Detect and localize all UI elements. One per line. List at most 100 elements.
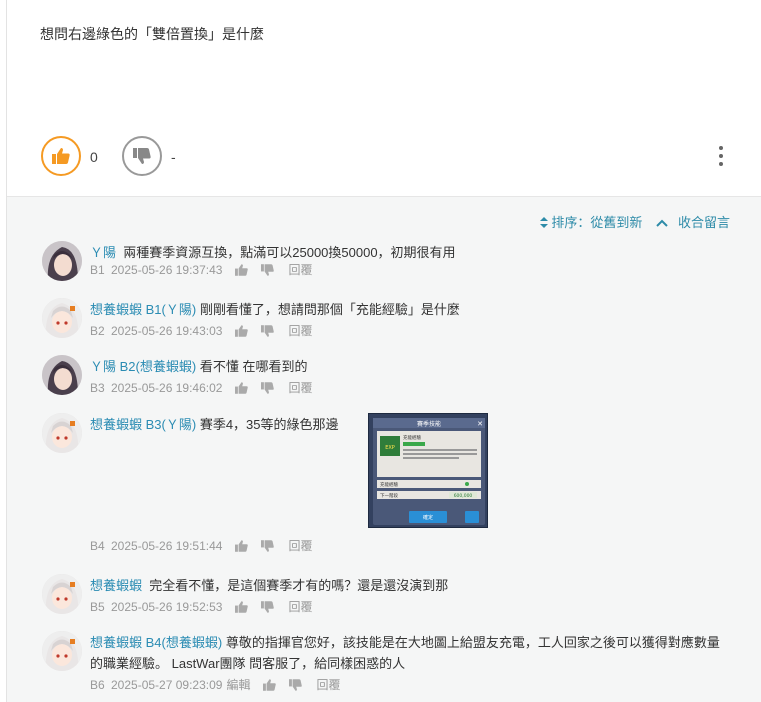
comment-floor: B1 (90, 262, 105, 277)
comment-timestamp: 2025-05-27 09:23:09 (111, 677, 223, 692)
comment-username[interactable]: 想養蝦蝦 (90, 578, 142, 593)
dislike-count: - (171, 149, 176, 165)
thumbs-down-icon (261, 539, 275, 552)
comment-reply-ref[interactable]: B3(Ｙ陽) (146, 417, 197, 432)
comment-dislike-button[interactable] (261, 539, 275, 552)
collapse-comments-button[interactable]: 收合留言 (656, 212, 730, 231)
avatar-image (42, 413, 82, 453)
comment-meta: B6 2025-05-27 09:23:09 編輯 回覆 (90, 676, 340, 693)
attachment-row2-value: 600,000 (454, 493, 473, 499)
sort-icon (539, 217, 548, 228)
comment-reply-button[interactable]: 回覆 (288, 379, 312, 396)
comment-like-button[interactable] (263, 678, 277, 691)
avatar-image (42, 241, 82, 281)
comment-timestamp: 2025-05-26 19:46:02 (111, 380, 223, 395)
avatar[interactable] (42, 631, 82, 671)
comment-body: Ｙ陽 兩種賽季資源互換，點滿可以25000換50000，初期很有用 (90, 242, 730, 263)
comment-username[interactable]: 想養蝦蝦 (90, 417, 142, 432)
thumbs-up-icon (235, 539, 249, 552)
comment-username[interactable]: Ｙ陽 (90, 245, 116, 260)
attachment-title: 賽季技能 (417, 420, 441, 428)
comment-reply-button[interactable]: 回覆 (288, 598, 312, 615)
comment-dislike-button[interactable] (261, 381, 275, 394)
thumbs-up-icon (235, 600, 249, 613)
game-screenshot-image: 賽季技能 ✕ EXP 充能經驗 充能經驗 下一階段 600,000 確定 (369, 414, 487, 527)
exp-badge: EXP (385, 445, 395, 451)
comment-text: 完全看不懂，是這個賽季才有的嗎？還是還沒演到那 (149, 578, 449, 593)
comment-meta: B3 2025-05-26 19:46:02 回覆 (90, 379, 312, 396)
comments-toolbar: 排序：從舊到新 收合留言 (539, 212, 730, 231)
avatar[interactable] (42, 355, 82, 395)
comment-like-button[interactable] (235, 600, 249, 613)
comment-body: 想養蝦蝦 B1(Ｙ陽) 剛剛看懂了，想請問那個「充能經驗」是什麼 (90, 299, 730, 320)
attachment-button: 確定 (423, 514, 433, 521)
post-content: 想問右邊綠色的「雙倍置換」是什麼 (40, 26, 264, 42)
close-icon: ✕ (477, 420, 483, 428)
comment-meta: B1 2025-05-26 19:37:43 回覆 (90, 261, 312, 278)
avatar-image (42, 574, 82, 614)
collapse-label: 收合留言 (677, 215, 730, 230)
comment-floor: B4 (90, 538, 105, 553)
avatar-image (42, 298, 82, 338)
comment-reply-ref[interactable]: B2(想養蝦蝦) (120, 359, 197, 374)
comment-reply-ref[interactable]: B1(Ｙ陽) (146, 302, 197, 317)
comment-body: 想養蝦蝦 完全看不懂，是這個賽季才有的嗎？還是還沒演到那 (90, 575, 730, 596)
comment-floor: B3 (90, 380, 105, 395)
comment-floor: B6 (90, 677, 105, 692)
comment-dislike-button[interactable] (261, 600, 275, 613)
more-options-icon[interactable] (717, 146, 725, 166)
comment-username[interactable]: 想養蝦蝦 (90, 302, 142, 317)
comment-like-button[interactable] (235, 263, 249, 276)
comment-reply-button[interactable]: 回覆 (316, 676, 340, 693)
avatar[interactable] (42, 241, 82, 281)
thumbs-up-icon (235, 381, 249, 394)
thumbs-up-icon (235, 324, 249, 337)
avatar[interactable] (42, 413, 82, 453)
comment-meta: B5 2025-05-26 19:52:53 回覆 (90, 598, 312, 615)
comment-timestamp: 2025-05-26 19:43:03 (111, 323, 223, 338)
comment-reply-button[interactable]: 回覆 (288, 261, 312, 278)
comment-text: 兩種賽季資源互換，點滿可以25000換50000，初期很有用 (123, 245, 456, 260)
comment-meta: B2 2025-05-26 19:43:03 回覆 (90, 322, 312, 339)
comment-floor: B5 (90, 599, 105, 614)
dislike-button[interactable] (122, 136, 162, 176)
avatar[interactable] (42, 574, 82, 614)
comment-like-button[interactable] (235, 381, 249, 394)
comment-text: 看不懂 在哪看到的 (199, 359, 308, 374)
comment-reply-button[interactable]: 回覆 (288, 322, 312, 339)
chevron-up-icon (656, 219, 669, 227)
comment-text: 剛剛看懂了，想請問那個「充能經驗」是什麼 (199, 302, 460, 317)
sort-toggle[interactable]: 排序：從舊到新 (539, 212, 642, 231)
comments-panel: 排序：從舊到新 收合留言 Ｙ陽 兩種賽季資源互換，點滿可以25000換50000… (7, 196, 761, 702)
comment-reply-ref[interactable]: B4(想養蝦蝦) (146, 635, 223, 650)
thumbs-down-icon (289, 678, 303, 691)
avatar-image (42, 355, 82, 395)
comment-dislike-button[interactable] (261, 324, 275, 337)
comment-image-attachment[interactable]: 賽季技能 ✕ EXP 充能經驗 充能經驗 下一階段 600,000 確定 (368, 413, 488, 528)
comment-like-button[interactable] (235, 324, 249, 337)
thumbs-down-icon (261, 324, 275, 337)
comment-text: 賽季4，35等的綠色那邊 (199, 417, 339, 432)
thumbs-down-icon (133, 148, 151, 164)
attachment-row1: 充能經驗 (380, 481, 398, 488)
comment-dislike-button[interactable] (289, 678, 303, 691)
post-vote-bar: 0 - (41, 136, 731, 176)
attachment-card-title: 充能經驗 (403, 434, 421, 441)
thumbs-up-icon (263, 678, 277, 691)
comment-timestamp: 2025-05-26 19:52:53 (111, 599, 223, 614)
comment-body: Ｙ陽 B2(想養蝦蝦) 看不懂 在哪看到的 (90, 356, 730, 377)
comment-username[interactable]: Ｙ陽 (90, 359, 116, 374)
thumbs-down-icon (261, 263, 275, 276)
avatar-image (42, 631, 82, 671)
comment-timestamp: 2025-05-26 19:37:43 (111, 262, 223, 277)
comment-username[interactable]: 想養蝦蝦 (90, 635, 142, 650)
attachment-row2-label: 下一階段 (380, 492, 398, 499)
comment-dislike-button[interactable] (261, 263, 275, 276)
like-button[interactable] (41, 136, 81, 176)
comment-like-button[interactable] (235, 539, 249, 552)
thumbs-up-icon (235, 263, 249, 276)
thumbs-up-icon (52, 148, 70, 164)
comment-reply-button[interactable]: 回覆 (288, 537, 312, 554)
comment-body: 想養蝦蝦 B4(想養蝦蝦) 尊敬的指揮官您好，該技能是在大地圖上給盟友充電，工人… (90, 632, 730, 674)
avatar[interactable] (42, 298, 82, 338)
